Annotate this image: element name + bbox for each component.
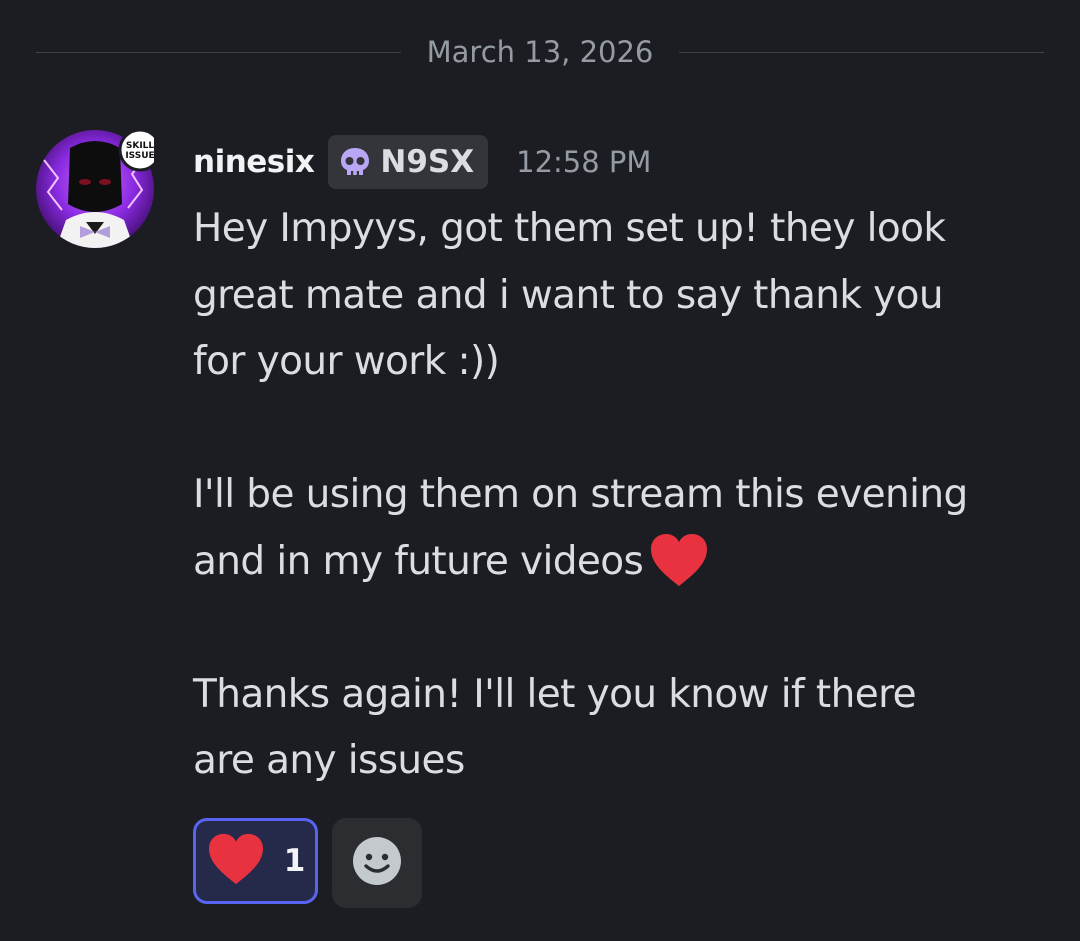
- divider-date: March 13, 2026: [426, 35, 654, 69]
- skull-icon: [338, 145, 372, 179]
- reaction-heart[interactable]: 1: [193, 818, 318, 904]
- guild-tag-text: N9SX: [380, 144, 475, 180]
- message-line: Hey Impyys, got them set up! they look: [193, 206, 946, 251]
- message-line: great mate and i want to say thank you: [193, 272, 944, 318]
- avatar[interactable]: SKILL ISSUE: [36, 130, 154, 248]
- svg-text:SKILL: SKILL: [126, 141, 154, 151]
- smiley-icon: [351, 835, 403, 891]
- divider-line-left: [36, 51, 401, 53]
- username[interactable]: ninesix: [193, 144, 315, 180]
- message-content: Hey Impyys, got them set up! they look g…: [193, 196, 1033, 795]
- message-line-text: and in my future videos: [193, 538, 644, 584]
- svg-text:ISSUE: ISSUE: [125, 151, 154, 161]
- heart-icon: [649, 532, 709, 588]
- message-header: ninesix N9SX 12:58 PM: [193, 134, 651, 190]
- add-reaction-button[interactable]: [332, 818, 422, 908]
- message-line-with-emoji: and in my future videos: [193, 529, 1033, 596]
- heart-icon: [206, 832, 266, 890]
- message-line: are any issues: [193, 738, 465, 783]
- timestamp[interactable]: 12:58 PM: [516, 145, 651, 179]
- guild-tag[interactable]: N9SX: [328, 135, 489, 189]
- message-line: I'll be using them on stream this evenin…: [193, 472, 968, 517]
- divider-line-right: [679, 51, 1045, 53]
- date-divider: March 13, 2026: [36, 30, 1045, 74]
- reactions-bar: 1: [193, 818, 422, 908]
- skill-issue-badge: SKILL ISSUE: [118, 130, 154, 172]
- reaction-count: 1: [283, 843, 306, 879]
- message-line: Thanks again! I'll let you know if there: [193, 671, 917, 717]
- message-line: for your work :)): [193, 339, 500, 384]
